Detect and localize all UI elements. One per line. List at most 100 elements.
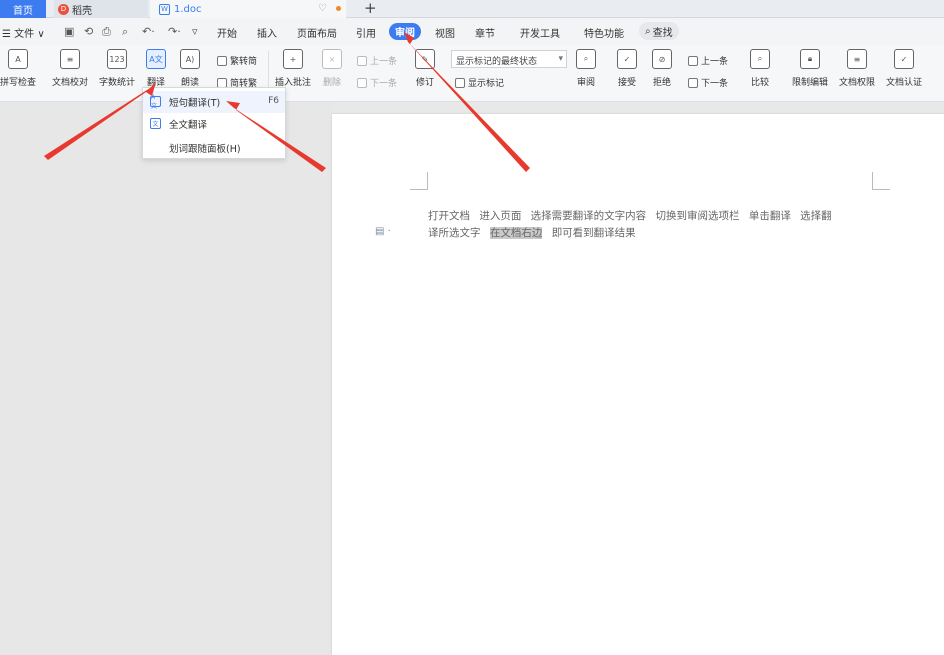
new-tab-button[interactable]: + <box>364 0 377 17</box>
doc-permission-label: 文档权限 <box>839 78 876 88</box>
compare-label: 比较 <box>750 78 769 88</box>
review-pane-icon: ⌕ <box>576 49 596 69</box>
show-markup-icon <box>455 77 465 88</box>
trad-to-simp-label: 繁转简 <box>230 57 258 67</box>
menu-insert[interactable]: 插入 <box>257 25 277 40</box>
revise-label: 修订 <box>415 78 434 88</box>
customize-icon[interactable]: ▿ <box>192 25 198 38</box>
accept-label: 接受 <box>617 78 636 88</box>
menu-start[interactable]: 开始 <box>217 25 237 40</box>
tab-daoke[interactable]: D 稻壳 <box>54 0 148 18</box>
file-menu[interactable]: ☰ 文件 ∨ <box>2 25 45 40</box>
print-icon[interactable]: ⎙ <box>102 25 111 39</box>
sentence-translate-label: 短句翻译(T) <box>169 98 221 109</box>
tab-home[interactable]: 首页 <box>0 0 46 18</box>
prev-change-icon <box>688 55 698 66</box>
delete-comment-label: 删除 <box>322 78 341 88</box>
undo-icon[interactable]: ↶· <box>142 25 155 38</box>
proofread-button[interactable]: ≡ 文档校对 <box>52 49 88 88</box>
read-aloud-button[interactable]: A) 朗读 <box>180 49 200 88</box>
menu-page-layout[interactable]: 页面布局 <box>297 25 337 40</box>
margin-mark-left <box>410 172 428 190</box>
tab-document[interactable]: W 1.doc ♡ <box>150 0 346 18</box>
menu-view[interactable]: 视图 <box>435 25 455 40</box>
review-pane-button[interactable]: ⌕ 审阅 <box>576 49 596 88</box>
document-line-1: 打开文档 进入页面 选择需要翻译的文字内容 切换到审阅选项栏 单击翻译 选择翻 <box>428 210 832 222</box>
tab-bar: 首页 D 稻壳 W 1.doc ♡ + <box>0 0 944 18</box>
sentence-translate-item[interactable]: A文 短句翻译(T) F6 <box>143 91 285 113</box>
next-change-button[interactable]: 下一条 <box>688 76 728 89</box>
menu-reference[interactable]: 引用 <box>356 25 376 40</box>
prev-change-button[interactable]: 上一条 <box>688 54 728 67</box>
prev-comment-button[interactable]: 上一条 <box>357 54 397 67</box>
unsaved-dot-icon <box>336 6 341 11</box>
doc-cert-label: 文档认证 <box>886 78 923 88</box>
doc-cert-button[interactable]: ✓ 文档认证 <box>886 49 922 88</box>
next-comment-label: 下一条 <box>370 79 398 89</box>
paragraph-layout-icon[interactable]: ▤ · <box>375 226 391 237</box>
daoke-logo-icon: D <box>58 3 69 15</box>
spellcheck-button[interactable]: A 拼写检查 <box>0 49 36 88</box>
spellcheck-label: 拼写检查 <box>0 78 37 88</box>
translate-dropdown: A文 短句翻译(T) F6 文 全文翻译 划词跟随面板(H) <box>142 87 286 159</box>
margin-mark-right <box>872 172 890 190</box>
menu-chapter[interactable]: 章节 <box>475 25 495 40</box>
trad-to-simp-button[interactable]: 繁转简 <box>217 54 257 67</box>
proofread-label: 文档校对 <box>52 78 89 88</box>
review-pane-label: 审阅 <box>576 78 595 88</box>
delete-comment-button[interactable]: × 删除 <box>322 49 342 88</box>
menu-features[interactable]: 特色功能 <box>584 25 624 40</box>
accept-button[interactable]: ✓ 接受 <box>617 49 637 88</box>
menu-bar: ☰ 文件 ∨ ▣ ⟲ ⎙ ⌕ ↶· ↷· ▿ 开始 插入 页面布局 引用 审阅 … <box>0 18 944 45</box>
next-comment-icon <box>357 77 367 88</box>
prev-change-label: 上一条 <box>701 57 729 67</box>
menu-review[interactable]: 审阅 <box>389 23 421 40</box>
restrict-edit-button[interactable]: 🔒︎ 限制编辑 <box>792 49 828 88</box>
show-markup-label: 显示标记 <box>468 79 505 89</box>
next-change-label: 下一条 <box>701 79 729 89</box>
undo-history-icon[interactable]: ⟲ <box>84 25 93 38</box>
writer-doc-icon: W <box>159 3 170 15</box>
revise-button[interactable]: ✎ 修订 <box>415 49 435 88</box>
selected-text: 在文档右边 <box>489 227 543 239</box>
accept-icon: ✓ <box>617 49 637 69</box>
word-panel-item[interactable]: 划词跟随面板(H) <box>143 137 285 159</box>
simp-to-trad-icon <box>217 77 227 88</box>
document-body[interactable]: 打开文档 进入页面 选择需要翻译的文字内容 切换到审阅选项栏 单击翻译 选择翻 … <box>428 208 884 242</box>
document-page[interactable]: ▤ · 打开文档 进入页面 选择需要翻译的文字内容 切换到审阅选项栏 单击翻译 … <box>332 114 944 655</box>
search-label: 查找 <box>652 27 673 39</box>
sentence-translate-shortcut: F6 <box>268 96 279 106</box>
reject-label: 拒绝 <box>652 78 671 88</box>
show-markup-button[interactable]: 显示标记 <box>455 76 504 89</box>
word-panel-label: 划词跟随面板(H) <box>169 144 241 155</box>
full-translate-item[interactable]: 文 全文翻译 <box>143 113 285 135</box>
workspace-background <box>0 102 332 655</box>
doc-permission-button[interactable]: ≡ 文档权限 <box>839 49 875 88</box>
insert-comment-button[interactable]: + 插入批注 <box>275 49 311 88</box>
wordcount-button[interactable]: 123 字数统计 <box>99 49 135 88</box>
markup-state-select[interactable]: 显示标记的最终状态 <box>451 50 567 68</box>
trad-to-simp-icon <box>217 55 227 66</box>
translate-button[interactable]: A文 翻译 <box>146 49 166 88</box>
reject-button[interactable]: ⊘ 拒绝 <box>652 49 672 88</box>
doc-cert-icon: ✓ <box>894 49 914 69</box>
compare-icon: ⌕ <box>750 49 770 69</box>
pin-icon[interactable]: ♡ <box>318 3 327 14</box>
restrict-edit-icon: 🔒︎ <box>800 49 820 69</box>
full-translate-label: 全文翻译 <box>169 120 208 131</box>
prev-comment-icon <box>357 55 367 66</box>
compare-button[interactable]: ⌕ 比较 <box>750 49 770 88</box>
redo-icon[interactable]: ↷· <box>168 25 181 38</box>
next-comment-button[interactable]: 下一条 <box>357 76 397 89</box>
print-preview-icon[interactable]: ⌕ <box>122 25 128 39</box>
search-button[interactable]: ⌕ 查找 <box>639 22 679 40</box>
prev-comment-label: 上一条 <box>370 57 398 67</box>
document-text: 译所选文字 <box>428 227 481 239</box>
save-icon[interactable]: ▣ <box>64 25 74 38</box>
menu-developer[interactable]: 开发工具 <box>520 25 560 40</box>
revise-icon: ✎ <box>415 49 435 69</box>
insert-comment-icon: + <box>283 49 303 69</box>
full-translate-icon: 文 <box>150 118 161 129</box>
read-aloud-icon: A) <box>180 49 200 69</box>
translate-icon: A文 <box>146 49 166 69</box>
